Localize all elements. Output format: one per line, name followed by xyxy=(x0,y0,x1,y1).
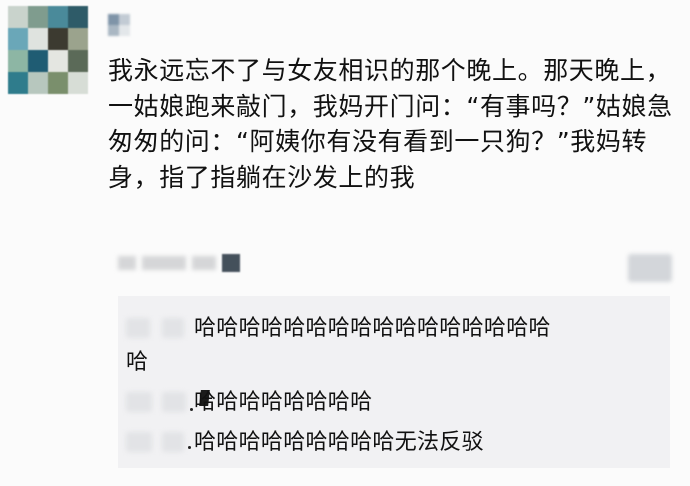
comment-area: 哈哈哈哈哈哈哈哈哈哈哈哈哈哈哈哈 哈 哈哈哈哈哈哈哈哈 哈哈哈哈哈哈哈哈哈无法反… xyxy=(118,296,670,468)
comment-text: 哈哈哈哈哈哈哈哈哈哈哈哈哈哈哈哈 xyxy=(194,316,551,341)
comment-text: 哈哈哈哈哈哈哈哈哈无法反驳 xyxy=(194,430,484,455)
username-blurred[interactable] xyxy=(108,14,130,36)
commenter-name-blurred[interactable] xyxy=(126,392,152,412)
moments-post: 我永远忘不了与女友相识的那个晚上。那天晚上，一姑娘跑来敲门，我妈开门问：“有事吗… xyxy=(0,0,690,486)
comment-text: 哈哈哈哈哈哈哈哈 xyxy=(194,390,373,415)
like-list-blurred[interactable] xyxy=(118,250,248,276)
comment-text-continued: 哈 xyxy=(126,350,149,375)
commenter-name-blurred[interactable] xyxy=(162,318,184,338)
commenter-name-blurred[interactable] xyxy=(126,318,150,338)
post-body-text: 我永远忘不了与女友相识的那个晚上。那天晚上，一姑娘跑来敲门，我妈开门问：“有事吗… xyxy=(108,56,673,192)
commenter-name-blurred[interactable] xyxy=(162,392,186,412)
commenter-name-blurred[interactable] xyxy=(126,432,152,452)
more-options-button[interactable] xyxy=(628,254,672,282)
avatar[interactable] xyxy=(8,6,88,94)
like-avatar xyxy=(222,254,240,272)
commenter-name-blurred[interactable] xyxy=(162,432,184,452)
